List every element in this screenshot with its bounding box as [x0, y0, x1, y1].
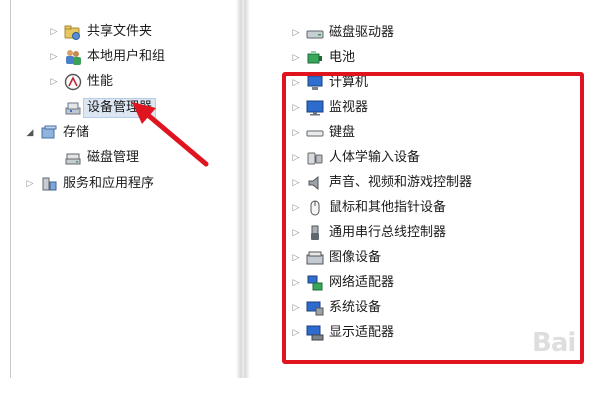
device-category-label: 声音、视频和游戏控制器 [329, 175, 473, 190]
pane-splitter[interactable] [236, 0, 250, 378]
device-category-network-adapters[interactable]: ▷ 网络适配器 [290, 271, 394, 295]
device-list-pane: ▷ 磁盘驱动器 ▷ 电池 ▷ 计算机 ▷ 监视器 ▷ 键盘 ▷ 人体学输入设备 … [250, 0, 600, 378]
disk-management-icon [64, 149, 82, 167]
tree-item-label: 设备管理器 [82, 98, 157, 118]
expand-arrow-icon[interactable]: ▷ [48, 52, 60, 62]
tree-item-label: 磁盘管理 [87, 150, 140, 165]
performance-icon [64, 73, 82, 91]
expand-arrow-icon[interactable]: ▷ [290, 278, 302, 288]
expand-arrow-icon[interactable]: ▷ [290, 103, 302, 113]
expand-arrow-icon[interactable]: ▷ [24, 179, 36, 189]
device-category-batteries[interactable]: ▷ 电池 [290, 46, 355, 70]
device-category-label: 监视器 [329, 100, 369, 115]
usb-icon [306, 224, 324, 242]
imaging-device-icon [306, 249, 324, 267]
hid-icon [306, 149, 324, 167]
tree-item-shared-folders[interactable]: ▷ 共享文件夹 [48, 20, 152, 44]
device-category-label: 电池 [329, 50, 356, 65]
shared-folder-icon [64, 23, 82, 41]
device-category-mice[interactable]: ▷ 鼠标和其他指针设备 [290, 196, 446, 220]
disk-drive-icon [306, 24, 324, 42]
device-category-label: 计算机 [329, 75, 369, 90]
expand-arrow-icon[interactable]: ▷ [48, 77, 60, 87]
device-category-keyboards[interactable]: ▷ 键盘 [290, 121, 355, 145]
tree-item-label: 共享文件夹 [87, 24, 153, 39]
device-category-label: 键盘 [329, 125, 356, 140]
tree-item-label: 性能 [87, 74, 114, 89]
storage-icon [40, 124, 58, 142]
device-category-usb-controllers[interactable]: ▷ 通用串行总线控制器 [290, 221, 446, 245]
bottom-margin [0, 378, 600, 400]
collapse-arrow-icon[interactable]: ◢ [24, 128, 36, 138]
tree-item-disk-management[interactable]: 磁盘管理 [60, 146, 139, 170]
expand-arrow-icon[interactable]: ▷ [48, 27, 60, 37]
expand-arrow-icon[interactable]: ▷ [290, 153, 302, 163]
device-category-label: 通用串行总线控制器 [329, 225, 447, 240]
device-category-computer[interactable]: ▷ 计算机 [290, 71, 368, 95]
tree-item-device-manager[interactable]: 设备管理器 [60, 96, 157, 120]
battery-icon [306, 49, 324, 67]
users-group-icon [64, 48, 82, 66]
tree-item-label: 存储 [63, 125, 90, 140]
tree-item-label: 本地用户和组 [87, 49, 166, 64]
expand-arrow-icon[interactable]: ▷ [290, 28, 302, 38]
network-adapter-icon [306, 274, 324, 292]
computer-icon [306, 74, 324, 92]
device-category-label: 磁盘驱动器 [329, 25, 395, 40]
device-category-label: 显示适配器 [329, 325, 395, 340]
device-category-display-adapters[interactable]: ▷ 显示适配器 [290, 321, 394, 345]
expand-arrow-icon[interactable]: ▷ [290, 203, 302, 213]
mouse-icon [306, 199, 324, 217]
expand-arrow-icon[interactable]: ▷ [290, 78, 302, 88]
tree-item-performance[interactable]: ▷ 性能 [48, 70, 113, 94]
device-category-hid[interactable]: ▷ 人体学输入设备 [290, 146, 420, 170]
expand-arrow-icon[interactable]: ▷ [290, 53, 302, 63]
expand-arrow-icon[interactable]: ▷ [290, 228, 302, 238]
speaker-icon [306, 174, 324, 192]
device-category-system-devices[interactable]: ▷ 系统设备 [290, 296, 381, 320]
device-category-label: 系统设备 [329, 300, 382, 315]
tree-item-storage[interactable]: ◢ 存储 [24, 121, 89, 145]
device-manager-icon [64, 99, 82, 117]
expand-arrow-icon[interactable]: ▷ [290, 178, 302, 188]
device-category-label: 鼠标和其他指针设备 [329, 200, 447, 215]
device-category-label: 图像设备 [329, 250, 382, 265]
monitor-icon [306, 99, 324, 117]
console-tree-pane: ▷ 共享文件夹 ▷ 本地用户和组 ▷ 性能 设备管理器 ◢ 存储 磁盘管理 ▷ … [0, 0, 236, 378]
system-device-icon [306, 299, 324, 317]
tree-item-local-users-groups[interactable]: ▷ 本地用户和组 [48, 45, 165, 69]
device-category-imaging-devices[interactable]: ▷ 图像设备 [290, 246, 381, 270]
expand-arrow-icon[interactable]: ▷ [290, 128, 302, 138]
expand-arrow-icon[interactable]: ▷ [290, 253, 302, 263]
watermark: Bai [532, 328, 576, 358]
display-adapter-icon [306, 324, 324, 342]
keyboard-icon [306, 124, 324, 142]
services-icon [40, 175, 58, 193]
tree-item-services-applications[interactable]: ▷ 服务和应用程序 [24, 172, 154, 196]
tree-item-label: 服务和应用程序 [63, 176, 155, 191]
device-category-sound-video-game[interactable]: ▷ 声音、视频和游戏控制器 [290, 171, 472, 195]
device-category-monitors[interactable]: ▷ 监视器 [290, 96, 368, 120]
expand-arrow-icon[interactable]: ▷ [290, 303, 302, 313]
device-category-label: 网络适配器 [329, 275, 395, 290]
expand-arrow-icon[interactable]: ▷ [290, 328, 302, 338]
device-category-label: 人体学输入设备 [329, 150, 421, 165]
device-category-disk-drives[interactable]: ▷ 磁盘驱动器 [290, 21, 394, 45]
